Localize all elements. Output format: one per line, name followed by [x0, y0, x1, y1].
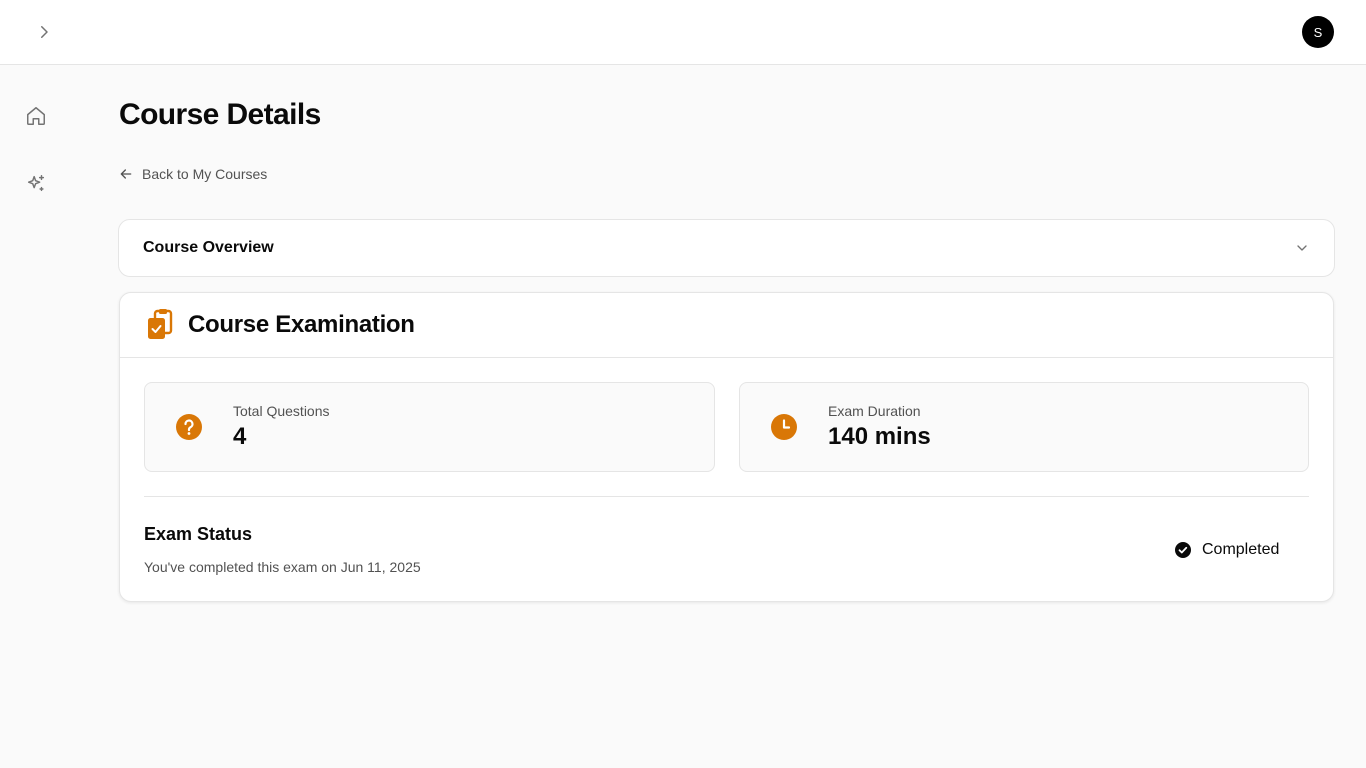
clipboard-check-icon	[148, 309, 173, 339]
exam-card-title: Course Examination	[188, 311, 415, 338]
user-avatar[interactable]: S	[1302, 16, 1334, 48]
course-examination-card: Course Examination Total Questions 4 Exa…	[119, 292, 1334, 602]
chevron-right-icon	[41, 26, 48, 38]
page-title: Course Details	[119, 98, 321, 131]
sidebar-expand-button[interactable]	[28, 16, 60, 48]
stat-label: Total Questions	[233, 403, 330, 419]
check-circle-icon	[1175, 542, 1191, 558]
status-badge: Completed	[1174, 539, 1279, 561]
sidebar-item-ai[interactable]	[20, 168, 52, 200]
exam-status-description: You've completed this exam on Jun 11, 20…	[144, 559, 421, 575]
stat-value: 140 mins	[828, 423, 931, 450]
sidebar-item-home[interactable]	[20, 100, 52, 132]
divider	[144, 496, 1309, 497]
stat-value: 4	[233, 423, 247, 450]
top-bar: S	[0, 0, 1366, 65]
question-circle-icon	[176, 414, 202, 440]
arrow-left-icon	[120, 169, 132, 179]
exam-card-header: Course Examination	[120, 293, 1333, 358]
status-badge-label: Completed	[1202, 541, 1280, 558]
back-to-courses-link[interactable]: Back to My Courses	[118, 164, 267, 184]
sidebar	[0, 65, 72, 768]
stat-label: Exam Duration	[828, 403, 921, 419]
chevron-down-icon	[1297, 245, 1307, 251]
course-overview-title: Course Overview	[143, 239, 274, 256]
home-icon	[27, 107, 45, 125]
course-overview-accordion[interactable]: Course Overview	[118, 219, 1335, 277]
clock-icon	[771, 414, 797, 440]
exam-duration-stat: Exam Duration 140 mins	[739, 382, 1309, 472]
back-link-label: Back to My Courses	[142, 166, 268, 182]
exam-status-title: Exam Status	[144, 524, 253, 544]
total-questions-stat: Total Questions 4	[144, 382, 715, 472]
sparkles-icon	[27, 175, 45, 192]
